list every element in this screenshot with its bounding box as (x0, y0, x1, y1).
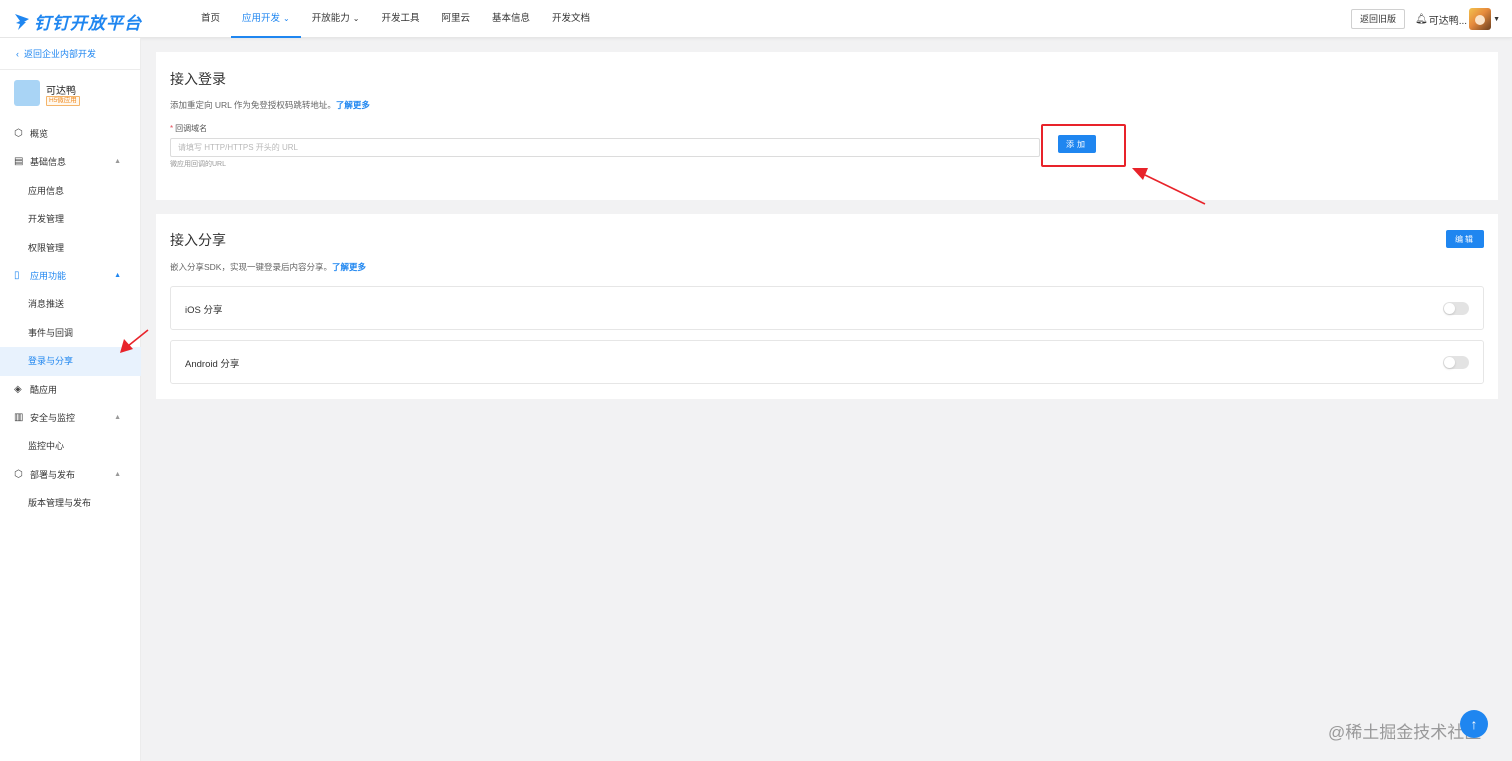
sidebar-item-permission-management[interactable]: 权限管理 (0, 234, 141, 262)
login-section-title: 接入登录 (170, 71, 226, 87)
sidebar-item-dev-management[interactable]: 开发管理 (0, 205, 141, 233)
sidebar-item-message-push[interactable]: 消息推送 (0, 290, 141, 318)
edit-share-button[interactable]: 编辑 (1446, 230, 1484, 248)
sidebar-item-deploy-release[interactable]: ⬡ 部署与发布 ▲ (0, 461, 141, 489)
dingtalk-logo-icon (15, 13, 29, 30)
dingtalk-logo[interactable]: 钉钉开放平台 (14, 9, 142, 34)
nav-home[interactable]: 首页 (190, 0, 231, 38)
app-feature-icon: ▯ (14, 269, 20, 281)
ios-share-label: iOS 分享 (185, 305, 223, 316)
app-name: 可达鸭 (46, 86, 76, 97)
sidebar-item-cool-app[interactable]: ◈ 酷应用 (0, 376, 141, 404)
sidebar: ‹ 返回企业内部开发 可达鸭 H5微应用 ⬡ 概览 ▤ 基础信息 ▲ 应用信息 … (0, 38, 141, 761)
chevron-up-icon: ▲ (114, 158, 121, 166)
android-share-row: Android 分享 (170, 340, 1484, 384)
login-section-description: 添加重定向 URL 作为免登授权码跳转地址。了解更多 (170, 100, 370, 110)
add-callback-button[interactable]: 添加 (1058, 135, 1096, 153)
bell-icon[interactable]: 🔔︎ (1415, 14, 1428, 25)
sidebar-item-overview[interactable]: ⬡ 概览 (0, 120, 141, 148)
ios-share-row: iOS 分享 (170, 286, 1484, 330)
document-icon: ▤ (14, 156, 24, 168)
chevron-down-icon: ⌄ (283, 14, 290, 23)
chevron-up-icon: ▲ (114, 413, 121, 421)
logo-text: 钉钉开放平台 (34, 14, 142, 33)
callback-domain-label: * 回调域名 (170, 124, 208, 133)
return-old-version-button[interactable]: 返回旧版 (1351, 9, 1406, 29)
nav-basic-info[interactable]: 基本信息 (481, 0, 541, 38)
help-icon: ↑ (1470, 716, 1478, 732)
avatar[interactable] (1469, 8, 1492, 30)
share-section-title: 接入分享 (170, 232, 226, 248)
app-icon (14, 80, 40, 106)
user-name: 可达鸭... (1428, 15, 1468, 27)
android-share-label: Android 分享 (185, 359, 240, 370)
sidebar-item-login-share[interactable]: 登录与分享 (0, 347, 141, 376)
watermark-text: @稀土掘金技术社区 (1328, 723, 1482, 742)
chevron-down-icon: ⌄ (352, 14, 360, 23)
sidebar-menu: ⬡ 概览 ▤ 基础信息 ▲ 应用信息 开发管理 权限管理 ▯ 应用功能 ▲ 消息… (0, 120, 141, 517)
back-to-internal-dev-link[interactable]: ‹ 返回企业内部开发 (0, 38, 140, 70)
sidebar-item-monitoring-center[interactable]: 监控中心 (0, 432, 141, 460)
cube-icon: ⬡ (14, 128, 23, 139)
caret-down-icon[interactable]: ▼ (1493, 16, 1500, 23)
app-type-badge: H5微应用 (46, 96, 80, 106)
nav-app-development[interactable]: 应用开发 ⌄ (231, 0, 301, 38)
nav-dev-docs[interactable]: 开发文档 (541, 0, 601, 38)
required-marker: * (170, 124, 174, 133)
android-share-toggle[interactable] (1443, 356, 1469, 369)
sidebar-item-security-monitoring[interactable]: ▥ 安全与监控 ▲ (0, 404, 141, 432)
login-integration-card: 接入登录 添加重定向 URL 作为免登授权码跳转地址。了解更多 *回调域名 微应… (156, 52, 1498, 200)
nav-dev-tools[interactable]: 开发工具 (370, 0, 430, 38)
callback-url-hint: 微应用回调的URL (170, 161, 227, 168)
package-icon: ⬡ (14, 468, 23, 480)
callback-url-input[interactable] (170, 138, 1040, 157)
user-menu[interactable]: 🔔︎ 可达鸭... ▼ (1415, 8, 1500, 30)
chevron-up-icon: ▲ (114, 470, 121, 478)
floating-help-button[interactable]: ↑ (1460, 710, 1488, 738)
caret-up-icon: ▲ (114, 271, 121, 279)
sidebar-item-app-info[interactable]: 应用信息 (0, 177, 141, 205)
nav-open-capabilities[interactable]: 开放能力 ⌄ (301, 0, 371, 38)
chevron-left-icon: ‹ (16, 49, 19, 59)
main-nav: 首页 应用开发 ⌄ 开放能力 ⌄ 开发工具 阿里云 基本信息 开发文档 (190, 0, 601, 38)
login-learn-more-link[interactable]: 了解更多 (336, 100, 370, 110)
cool-app-icon: ◈ (14, 383, 22, 395)
top-navigation-bar: 钉钉开放平台 首页 应用开发 ⌄ 开放能力 ⌄ 开发工具 阿里云 基本信息 开发文档… (0, 0, 1512, 38)
share-section-description: 嵌入分享SDK，实现一键登录后内容分享。了解更多 (170, 262, 366, 272)
share-integration-card: 接入分享 嵌入分享SDK，实现一键登录后内容分享。了解更多 编辑 iOS 分享 … (156, 214, 1498, 399)
bar-chart-icon: ▥ (14, 411, 24, 423)
nav-aliyun[interactable]: 阿里云 (430, 0, 481, 38)
ios-share-toggle[interactable] (1443, 302, 1469, 315)
sidebar-item-basic-info[interactable]: ▤ 基础信息 ▲ (0, 148, 141, 176)
sidebar-item-events-callbacks[interactable]: 事件与回调 (0, 319, 141, 347)
sidebar-item-version-management[interactable]: 版本管理与发布 (0, 489, 141, 517)
share-learn-more-link[interactable]: 了解更多 (332, 262, 366, 272)
sidebar-item-app-features[interactable]: ▯ 应用功能 ▲ (0, 262, 141, 290)
